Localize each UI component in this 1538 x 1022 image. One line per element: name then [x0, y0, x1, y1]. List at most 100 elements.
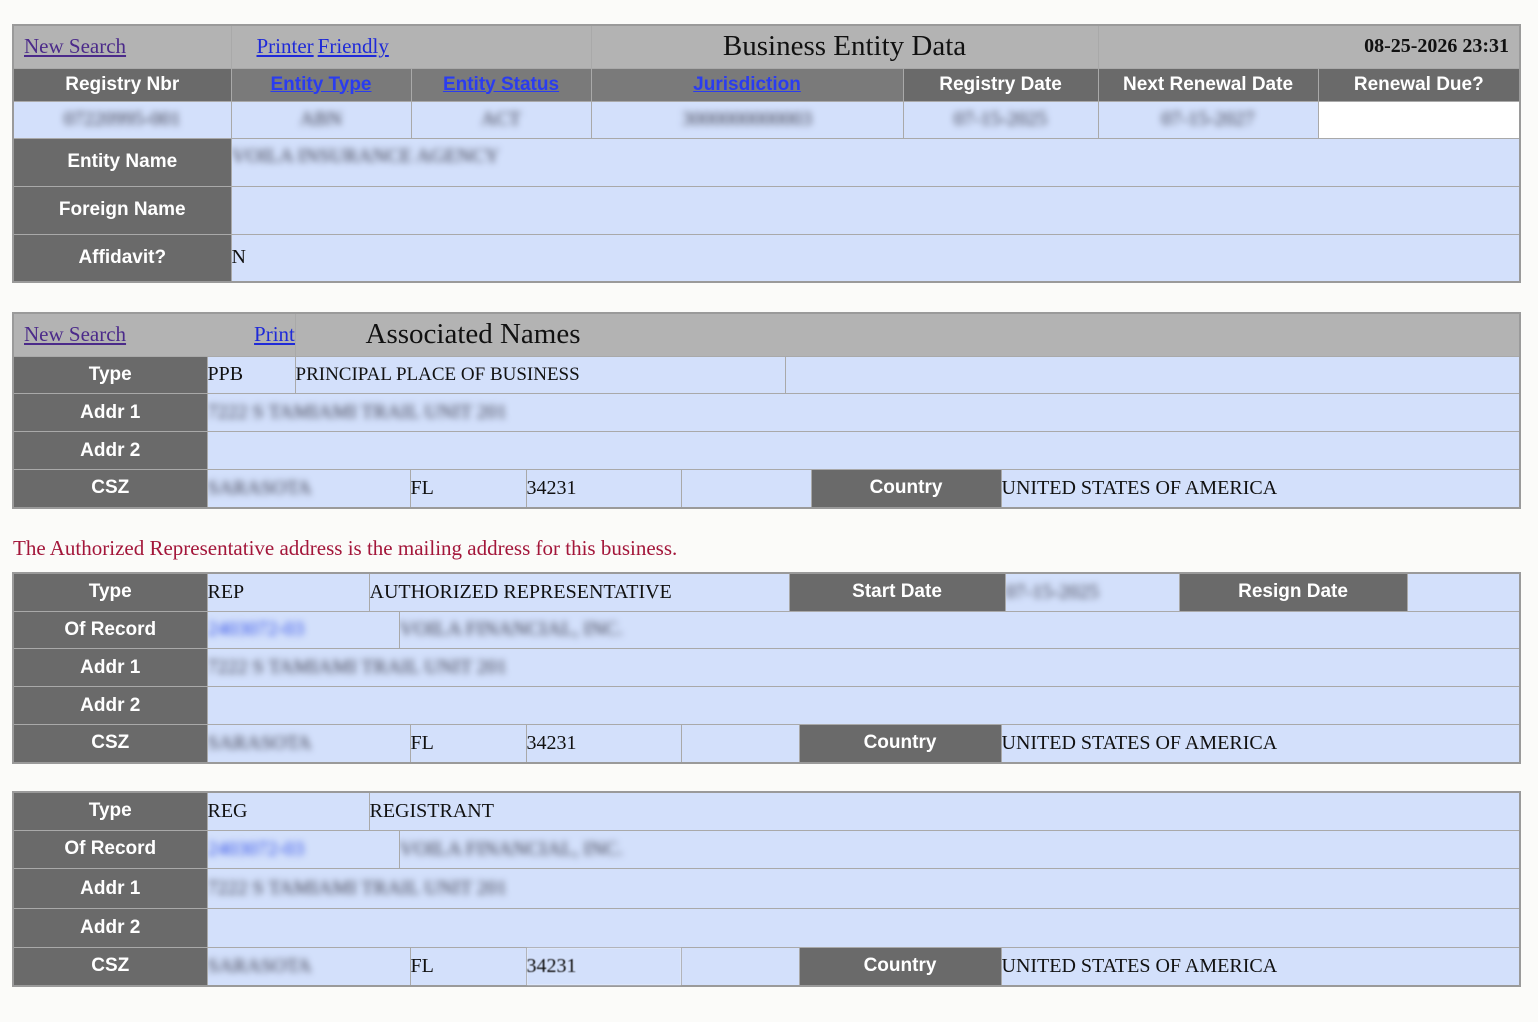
renewal-due-value: [1317, 100, 1521, 139]
rep-record-name-value: VOILA FINANCIAL, INC.: [398, 610, 1521, 650]
reg-country-label: Country: [798, 947, 1002, 986]
ppb-country-value: UNITED STATES OF AMERICA: [1000, 469, 1521, 508]
col-entity-type: Entity Type: [230, 67, 412, 102]
reg-state-value: FL: [409, 947, 527, 986]
rep-csz-row: CSZ SARASOTA FL 34231 Country UNITED STA…: [12, 724, 1521, 763]
printer-link[interactable]: Printer: [257, 34, 314, 58]
mailing-address-notice: The Authorized Representative address is…: [13, 536, 678, 560]
reg-country-value: UNITED STATES OF AMERICA: [1000, 947, 1521, 986]
ppb-state-value: FL: [409, 469, 527, 508]
col-next-renewal-date: Next Renewal Date: [1097, 67, 1319, 102]
ppb-addr2-row: Addr 2: [12, 431, 1521, 470]
sort-entity-type-link[interactable]: Entity Type: [271, 74, 372, 95]
entity-status-value: ACT: [410, 100, 592, 139]
reg-addr2-label: Addr 2: [12, 908, 208, 948]
registry-date-value: 07-15-2025: [902, 100, 1099, 139]
reg-addr1-label: Addr 1: [12, 868, 208, 909]
ppb-csz-row: CSZ SARASOTA FL 34231 Country UNITED STA…: [12, 469, 1521, 508]
rep-zip-ext-value: [680, 724, 800, 763]
rep-start-date-label: Start Date: [788, 572, 1006, 612]
reg-type-label: Type: [12, 791, 208, 831]
rep-country-value: UNITED STATES OF AMERICA: [1000, 724, 1521, 763]
reg-record-id-link[interactable]: 2403072-03: [208, 838, 304, 860]
reg-addr2-row: Addr 2: [12, 908, 1521, 948]
associated-names-title: Associated Names: [294, 312, 1521, 357]
rep-addr1-label: Addr 1: [12, 648, 208, 687]
entity-name-value: VOILA INSURANCE AGENCY: [230, 137, 1521, 187]
foreign-name-label: Foreign Name: [12, 185, 232, 235]
printer-friendly-cell: Printer Friendly: [230, 24, 592, 69]
rep-type-desc: AUTHORIZED REPRESENTATIVE: [368, 572, 790, 612]
reg-record-id-cell: 2403072-03: [206, 829, 400, 870]
reg-zip-ext-value: [680, 947, 800, 986]
col-registry-nbr: Registry Nbr: [12, 67, 232, 102]
entity-header-bar: New Search Printer Friendly Business Ent…: [12, 24, 1521, 69]
reg-type-row: Type REG REGISTRANT: [12, 791, 1521, 831]
ppb-city-value: SARASOTA: [206, 469, 411, 508]
rep-type-code: REP: [206, 572, 370, 612]
rep-resign-date-label: Resign Date: [1178, 572, 1408, 612]
col-entity-status: Entity Status: [410, 67, 592, 102]
new-search-link-2[interactable]: New Search: [24, 322, 126, 346]
affidavit-row: Affidavit? N: [12, 233, 1521, 283]
rep-table: Type REP AUTHORIZED REPRESENTATIVE Start…: [12, 572, 1522, 650]
entity-values-row: 07220995-001 ABN ACT 3000000000003 07-15…: [12, 100, 1521, 139]
rep-addr2-value: [206, 686, 1521, 725]
ppb-type-desc: PRINCIPAL PLACE OF BUSINESS: [294, 355, 786, 395]
ppb-type-extra: [784, 355, 1521, 395]
page: New Search Printer Friendly Business Ent…: [0, 0, 1538, 1022]
rep-of-record-row: Of Record 2403072-03 VOILA FINANCIAL, IN…: [12, 610, 1521, 650]
entity-name-row: Entity Name VOILA INSURANCE AGENCY: [12, 137, 1521, 187]
reg-addr2-value: [206, 908, 1521, 948]
reg-of-record-row: Of Record 2403072-03 VOILA FINANCIAL, IN…: [12, 829, 1521, 870]
rep-addr1-row: Addr 1 7222 S TAMIAMI TRAIL UNIT 201: [12, 648, 1521, 687]
ppb-addr2-label: Addr 2: [12, 431, 208, 470]
ppb-addr2-value: [206, 431, 1521, 470]
rep-zip-value: 34231: [525, 724, 682, 763]
rep-address-table: Addr 1 7222 S TAMIAMI TRAIL UNIT 201 Add…: [12, 648, 1522, 764]
ppb-csz-label: CSZ: [12, 469, 208, 508]
ppb-address-table: Addr 1 7222 S TAMIAMI TRAIL UNIT 201 Add…: [12, 393, 1522, 509]
new-search-cell-2: New Search Printer Friendly: [12, 312, 296, 357]
rep-of-record-label: Of Record: [12, 610, 208, 650]
ppb-type-row: Type PPB PRINCIPAL PLACE OF BUSINESS: [12, 355, 1521, 395]
ppb-addr1-value: 7222 S TAMIAMI TRAIL UNIT 201: [206, 393, 1521, 432]
ppb-type-code: PPB: [206, 355, 296, 395]
rep-addr1-value: 7222 S TAMIAMI TRAIL UNIT 201: [206, 648, 1521, 687]
registry-nbr-value: 07220995-001: [12, 100, 232, 139]
ppb-type-label: Type: [12, 355, 208, 395]
entity-column-headers: Registry Nbr Entity Type Entity Status J…: [12, 67, 1521, 102]
entity-type-value: ABN: [230, 100, 412, 139]
col-renewal-due: Renewal Due?: [1317, 67, 1521, 102]
rep-type-row: Type REP AUTHORIZED REPRESENTATIVE Start…: [12, 572, 1521, 612]
sort-entity-status-link[interactable]: Entity Status: [443, 74, 559, 95]
reg-addr1-value: 7222 S TAMIAMI TRAIL UNIT 201: [206, 868, 1521, 909]
rep-city-value: SARASOTA: [206, 724, 411, 763]
business-entity-table: New Search Printer Friendly Business Ent…: [12, 24, 1522, 283]
rep-resign-date-value: [1406, 572, 1521, 612]
timestamp: 08-25-2026 23:31: [1097, 24, 1521, 69]
reg-zip-value: 34231: [525, 947, 682, 986]
rep-type-label: Type: [12, 572, 208, 612]
reg-record-name-value: VOILA FINANCIAL, INC.: [398, 829, 1521, 870]
rep-record-id-link[interactable]: 2403072-03: [208, 618, 304, 640]
reg-of-record-label: Of Record: [12, 829, 208, 870]
associated-header-bar: New Search Printer Friendly Associated N…: [12, 312, 1521, 357]
sort-jurisdiction-link[interactable]: Jurisdiction: [693, 74, 801, 95]
new-search-link[interactable]: New Search: [24, 34, 126, 58]
rep-country-label: Country: [798, 724, 1002, 763]
foreign-name-row: Foreign Name: [12, 185, 1521, 235]
rep-state-value: FL: [409, 724, 527, 763]
ppb-zip-value: 34231: [525, 469, 682, 508]
associated-ppb-table: New Search Printer Friendly Associated N…: [12, 312, 1521, 395]
reg-type-desc: REGISTRANT: [368, 791, 1521, 831]
rep-csz-label: CSZ: [12, 724, 208, 763]
affidavit-value: N: [230, 233, 1521, 283]
next-renewal-date-value: 07-15-2027: [1097, 100, 1319, 139]
printer-link-2[interactable]: Printer: [254, 322, 294, 346]
ppb-addr1-row: Addr 1 7222 S TAMIAMI TRAIL UNIT 201: [12, 393, 1521, 432]
rep-addr2-row: Addr 2: [12, 686, 1521, 725]
friendly-link[interactable]: Friendly: [318, 34, 389, 58]
entity-name-label: Entity Name: [12, 137, 232, 187]
reg-table: Type REG REGISTRANT Of Record 2403072-03…: [12, 791, 1522, 870]
